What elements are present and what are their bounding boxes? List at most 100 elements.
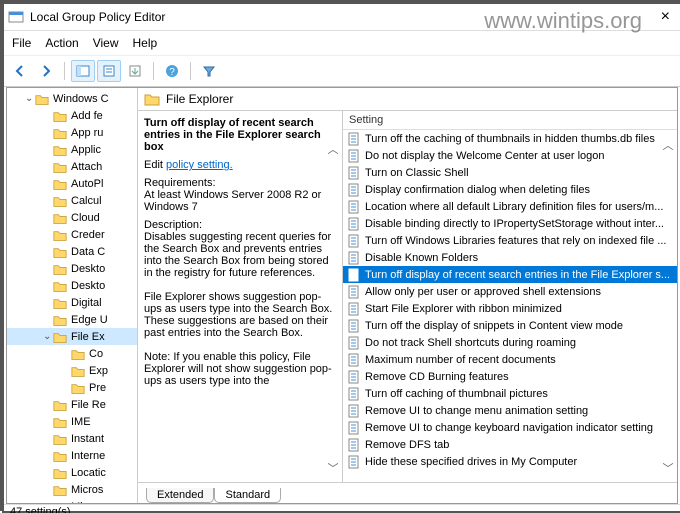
setting-row[interactable]: Do not display the Welcome Center at use… [343, 147, 677, 164]
tree-item[interactable]: App ru [7, 124, 137, 141]
export-button[interactable] [123, 60, 147, 82]
policy-icon [347, 183, 361, 197]
back-button[interactable] [8, 60, 32, 82]
setting-row[interactable]: Do not track Shell shortcuts during roam… [343, 334, 677, 351]
setting-row[interactable]: Remove DFS tab [343, 436, 677, 453]
setting-row[interactable]: Turn off caching of thumbnail pictures [343, 385, 677, 402]
tree-item[interactable]: Attach [7, 158, 137, 175]
policy-icon [347, 132, 361, 146]
scroll-up-icon[interactable]: ︿ [661, 137, 675, 153]
setting-row[interactable]: Disable binding directly to IPropertySet… [343, 215, 677, 232]
setting-row[interactable]: Disable Known Folders [343, 249, 677, 266]
filter-button[interactable] [197, 60, 221, 82]
tree-label: Instant [71, 433, 104, 445]
tab-extended[interactable]: Extended [146, 488, 214, 503]
tree-pane[interactable]: ⌄Windows C Add fe App ru Applic Attach AutoPl… [7, 88, 138, 503]
tab-standard[interactable]: Standard [214, 488, 281, 503]
tree-item[interactable]: Deskto [7, 260, 137, 277]
tree-item[interactable]: Digital [7, 294, 137, 311]
tree-item[interactable]: Exp [7, 362, 137, 379]
forward-button[interactable] [34, 60, 58, 82]
folder-icon [53, 484, 67, 496]
separator [153, 62, 154, 80]
tree-item[interactable]: ⌄File Ex [7, 328, 137, 345]
setting-row[interactable]: Turn off Windows Libraries features that… [343, 232, 677, 249]
tree-label: File Ex [71, 331, 105, 343]
settings-list[interactable]: Turn off the caching of thumbnails in hi… [343, 130, 677, 482]
tree-item[interactable]: Co [7, 345, 137, 362]
policy-icon [347, 149, 361, 163]
tree-item[interactable]: Cloud [7, 209, 137, 226]
tree-item[interactable]: Creder [7, 226, 137, 243]
tree-label: Data C [71, 246, 105, 258]
setting-row[interactable]: Location where all default Library defin… [343, 198, 677, 215]
properties-button[interactable] [97, 60, 121, 82]
setting-label: Turn off caching of thumbnail pictures [365, 388, 548, 400]
setting-row[interactable]: Turn off the caching of thumbnails in hi… [343, 130, 677, 147]
setting-label: Turn on Classic Shell [365, 167, 469, 179]
tree-item[interactable]: ⌄Windows C [7, 90, 137, 107]
status-bar: 47 setting(s) [4, 504, 680, 513]
setting-label: Do not track Shell shortcuts during roam… [365, 337, 576, 349]
tree-item[interactable]: Calcul [7, 192, 137, 209]
tree-item[interactable]: Add fe [7, 107, 137, 124]
tree-item[interactable]: Interne [7, 447, 137, 464]
close-icon[interactable]: × [655, 8, 676, 26]
tree-label: Edge U [71, 314, 108, 326]
help-button[interactable]: ? [160, 60, 184, 82]
setting-label: Turn off Windows Libraries features that… [365, 235, 666, 247]
setting-label: Maximum number of recent documents [365, 354, 556, 366]
setting-label: Display confirmation dialog when deletin… [365, 184, 590, 196]
setting-row[interactable]: Turn on Classic Shell [343, 164, 677, 181]
setting-row[interactable]: Allow only per user or approved shell ex… [343, 283, 677, 300]
folder-icon [53, 178, 67, 190]
tree-item[interactable]: Deskto [7, 277, 137, 294]
column-header-setting[interactable]: Setting [343, 111, 677, 130]
setting-label: Start File Explorer with ribbon minimize… [365, 303, 562, 315]
menu-view[interactable]: View [93, 36, 119, 50]
folder-icon [53, 331, 67, 343]
menu-action[interactable]: Action [45, 36, 78, 50]
policy-icon [347, 336, 361, 350]
tree-label: App ru [71, 127, 103, 139]
tree-item[interactable]: Pre [7, 379, 137, 396]
scroll-up-icon[interactable]: ︿ [326, 141, 340, 157]
setting-row[interactable]: Remove CD Burning features [343, 368, 677, 385]
tree-item[interactable]: Mic [7, 498, 137, 503]
folder-icon [53, 416, 67, 428]
tree-label: Attach [71, 161, 102, 173]
scroll-down-icon[interactable]: ﹀ [661, 460, 675, 476]
folder-icon [53, 212, 67, 224]
tree-item[interactable]: Data C [7, 243, 137, 260]
tree-item[interactable]: Micros [7, 481, 137, 498]
tree-item[interactable]: Edge U [7, 311, 137, 328]
setting-row[interactable]: Turn off the display of snippets in Cont… [343, 317, 677, 334]
tree-item[interactable]: Instant [7, 430, 137, 447]
setting-row[interactable]: Start File Explorer with ribbon minimize… [343, 300, 677, 317]
tree-item[interactable]: Locatic [7, 464, 137, 481]
policy-icon [347, 268, 361, 282]
policy-icon [347, 387, 361, 401]
show-hide-tree-button[interactable] [71, 60, 95, 82]
tree-label: Locatic [71, 467, 106, 479]
tree-item[interactable]: File Re [7, 396, 137, 413]
setting-row[interactable]: Maximum number of recent documents [343, 351, 677, 368]
setting-row[interactable]: Remove UI to change keyboard navigation … [343, 419, 677, 436]
app-icon [8, 9, 24, 25]
scroll-down-icon[interactable]: ﹀ [326, 460, 340, 476]
tree-item[interactable]: IME [7, 413, 137, 430]
tree-label: Deskto [71, 280, 105, 292]
setting-row[interactable]: Display confirmation dialog when deletin… [343, 181, 677, 198]
edit-policy-link[interactable]: policy setting. [166, 159, 233, 171]
setting-row[interactable]: Turn off display of recent search entrie… [343, 266, 677, 283]
tree-label: AutoPl [71, 178, 103, 190]
tree-item[interactable]: Applic [7, 141, 137, 158]
setting-row[interactable]: Remove UI to change menu animation setti… [343, 402, 677, 419]
tree-item[interactable]: AutoPl [7, 175, 137, 192]
setting-row[interactable]: Hide these specified drives in My Comput… [343, 453, 677, 470]
tree-label: Add fe [71, 110, 103, 122]
policy-icon [347, 421, 361, 435]
menu-help[interactable]: Help [133, 36, 158, 50]
folder-icon [53, 246, 67, 258]
menu-file[interactable]: File [12, 36, 31, 50]
